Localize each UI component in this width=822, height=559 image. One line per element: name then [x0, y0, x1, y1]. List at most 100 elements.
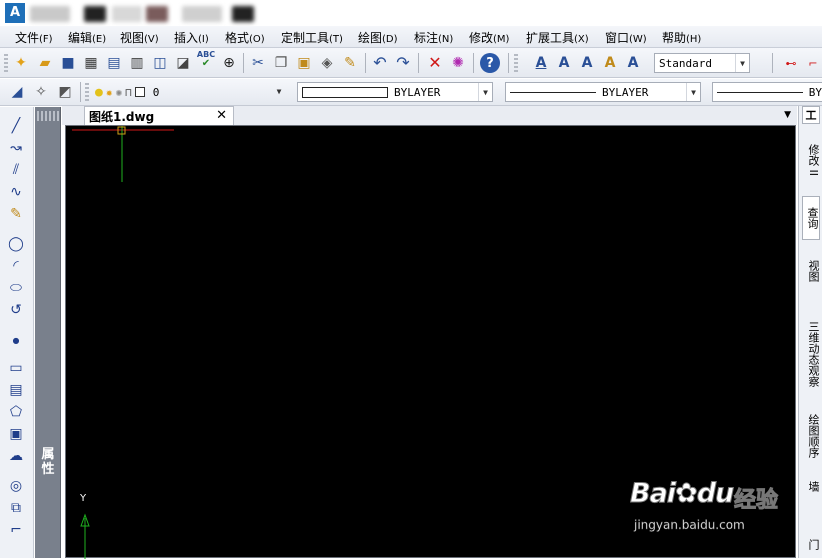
undo-icon[interactable]: ↶ [371, 54, 389, 72]
redacted-title-block [84, 6, 106, 22]
toolbar-grip[interactable] [514, 54, 518, 72]
tab-view[interactable]: 视图 [802, 256, 820, 286]
menu-draw[interactable]: 绘图(D) [358, 29, 398, 46]
linetype-select[interactable]: BYLAYER ▼ [505, 82, 701, 102]
menu-modify[interactable]: 修改(M) [469, 29, 509, 46]
menu-view[interactable]: 视图(V) [120, 29, 159, 46]
toolbar-grip[interactable] [85, 83, 89, 101]
menu-format[interactable]: 格式(O) [225, 29, 265, 46]
match-properties-brush-icon[interactable]: ✎ [341, 54, 359, 72]
close-icon[interactable]: ✕ [216, 108, 227, 123]
menu-extension-tools[interactable]: 扩展工具(X) [526, 29, 589, 46]
tab-door[interactable]: 门 [802, 534, 820, 554]
menu-help[interactable]: 帮助(H) [662, 29, 701, 46]
ellipse-icon[interactable]: ⬭ [6, 279, 26, 297]
spline-icon[interactable]: ∿ [6, 183, 26, 201]
edit-text-icon[interactable]: A [578, 54, 596, 72]
layer-select[interactable]: ● ✹ ✺ ⊓ 0 ▼ [91, 82, 286, 102]
paste-icon[interactable]: ▣ [295, 54, 313, 72]
toolbar-separator [365, 53, 366, 73]
menu-edit[interactable]: 编辑(E) [68, 29, 106, 46]
find-binoculars-icon[interactable]: ⊕ [220, 54, 238, 72]
tab-list-dropdown-icon[interactable]: ▼ [784, 110, 791, 120]
redo-icon[interactable]: ↷ [394, 54, 412, 72]
fillet-icon[interactable]: ⌐ [6, 521, 26, 539]
region-icon[interactable]: ▣ [6, 425, 26, 443]
menu-custom-tools[interactable]: 定制工具(T) [281, 29, 343, 46]
menu-extension-tools-key: (X) [574, 34, 589, 45]
block-insert-icon[interactable]: ⧉ [6, 499, 26, 517]
panel-grip[interactable] [37, 111, 59, 121]
menu-insert-label: 插入 [174, 31, 199, 45]
toolbar-separator [243, 53, 244, 73]
snap-icon[interactable]: ✺ [449, 54, 467, 72]
print-icon[interactable]: ▥ [128, 54, 146, 72]
grid-icon[interactable]: ▦ [82, 54, 100, 72]
donut-icon[interactable]: ◎ [6, 477, 26, 495]
line-icon[interactable]: ╱ [6, 117, 26, 135]
toolbar-grip[interactable] [4, 54, 8, 72]
tab-drawing1[interactable]: 图纸1.dwg ✕ [84, 106, 234, 125]
polyline-icon[interactable]: ↝ [6, 139, 26, 157]
redacted-title-block [30, 6, 70, 22]
text-icon[interactable]: A [532, 54, 550, 72]
text-style-select[interactable]: Standard ▼ [654, 53, 750, 73]
menu-format-label: 格式 [225, 31, 250, 45]
tab-draw-order[interactable]: 绘图顺序 [802, 408, 820, 464]
multiline-text-icon[interactable]: A [555, 54, 573, 72]
tab-wall[interactable]: 墙 [802, 476, 820, 496]
delete-icon[interactable]: ✕ [426, 54, 444, 72]
menu-insert[interactable]: 插入(I) [174, 29, 209, 46]
spell-check-icon[interactable]: ABC ✔ [197, 51, 215, 69]
menu-draw-label: 绘图 [358, 31, 383, 45]
point-icon[interactable]: ● [6, 331, 26, 349]
sketch-pencil-icon[interactable]: ✎ [6, 205, 26, 223]
document-tab-bar: 图纸1.dwg ✕ ▼ [62, 106, 797, 125]
menu-custom-tools-key: (T) [329, 34, 343, 45]
copy-icon[interactable]: ❐ [272, 54, 290, 72]
polygon-icon[interactable]: ⬠ [6, 403, 26, 421]
publish-icon[interactable]: ◪ [174, 54, 192, 72]
toolbar-separator [418, 53, 419, 73]
cloud-shape-icon[interactable]: ☁ [6, 447, 26, 465]
plot-icon[interactable]: ▤ [105, 54, 123, 72]
menu-window[interactable]: 窗口(W) [605, 29, 647, 46]
multiline-icon[interactable]: ⫽ [6, 161, 26, 179]
redacted-title-block [112, 6, 142, 22]
lineweight-select[interactable]: BY [712, 82, 822, 102]
layer-previous-icon[interactable]: ✧ [32, 83, 50, 101]
color-select[interactable]: BYLAYER ▼ [297, 82, 493, 102]
toolbar-separator [508, 53, 509, 73]
circle-icon[interactable]: ◯ [6, 235, 26, 253]
tab-label: 图纸1.dwg [89, 109, 155, 124]
layer-state-icon[interactable]: ◩ [56, 83, 74, 101]
hatch-icon[interactable]: ▤ [6, 381, 26, 399]
new-file-icon[interactable]: ✦ [12, 54, 30, 72]
tab-query[interactable]: 查询 [802, 196, 820, 240]
menu-dimension[interactable]: 标注(N) [414, 29, 453, 46]
save-icon[interactable]: ■ [59, 54, 77, 72]
properties-panel-collapsed[interactable]: 属性 [35, 107, 61, 558]
print-preview-icon[interactable]: ◫ [151, 54, 169, 72]
rectangle-icon[interactable]: ▭ [6, 359, 26, 377]
dimension-linear-icon[interactable]: ⊷ [782, 54, 800, 72]
lock-icon: ⊓ [125, 85, 132, 99]
arc-icon[interactable]: ◜ [6, 257, 26, 275]
dimension-aligned-icon[interactable]: ⌐ [804, 54, 822, 72]
menu-extension-tools-label: 扩展工具 [526, 31, 575, 45]
help-icon[interactable]: ? [480, 53, 500, 73]
open-file-icon[interactable]: ▰ [36, 54, 54, 72]
revision-cloud-icon[interactable]: ↺ [6, 301, 26, 319]
find-text-icon[interactable]: A [624, 54, 642, 72]
paste-special-icon[interactable]: ◈ [318, 54, 336, 72]
baidu-watermark: Bai✿du 经验 jingyan.baidu.com [629, 470, 780, 540]
cut-icon[interactable]: ✂ [249, 54, 267, 72]
watermark-brand-part2: du [696, 478, 735, 510]
layer-properties-toolbar: ◢ ✧ ◩ ● ✹ ✺ ⊓ 0 ▼ BYLAYER ▼ BYLAYER ▼ BY [0, 79, 822, 106]
text-style-pen-icon[interactable]: A [601, 54, 619, 72]
tab-modify-ii[interactable]: 修改 II [802, 136, 820, 184]
layer-manager-icon[interactable]: ◢ [8, 83, 26, 101]
redacted-title-block [232, 6, 254, 22]
menu-file[interactable]: 文件(F) [15, 29, 53, 46]
tab-3d-orbit[interactable]: 三维动态观察 [802, 314, 820, 394]
